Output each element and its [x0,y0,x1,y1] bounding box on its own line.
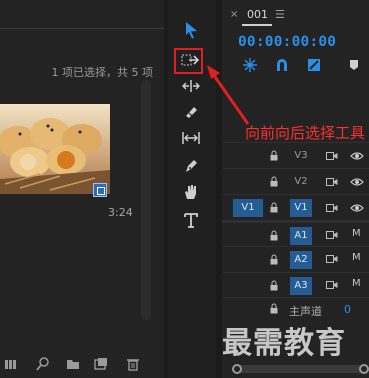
selection-arrow-icon [186,22,197,39]
eye-icon[interactable] [350,151,364,161]
toggle-sync-icon[interactable] [326,151,338,161]
track-lock-icon[interactable] [270,176,278,187]
project-panel: 1 项已选择，共 5 项 3:24 [0,0,164,378]
mute-button[interactable]: M [352,278,361,289]
track-name[interactable]: V2 [290,173,312,191]
razor-icon [186,107,197,118]
ripple-edit-tool[interactable] [178,74,204,98]
type-tool[interactable] [178,208,204,232]
toggle-sync-icon[interactable] [326,280,338,291]
mute-button[interactable]: M [352,228,361,239]
panel-header-divider [0,28,164,29]
master-track-label: 主声道 [289,305,322,318]
toggle-sync-icon[interactable] [326,230,338,241]
selection-info: 1 项已选择，共 5 项 [51,66,154,79]
track-lock-icon[interactable] [270,150,278,161]
eye-icon[interactable] [350,203,364,213]
zoom-handle-left[interactable] [232,364,242,374]
new-item-icon[interactable] [94,357,108,371]
project-bottom-bar [0,352,164,378]
type-icon [184,213,198,228]
track-row-a1: A1 M [222,220,369,246]
ripple-edit-icon [182,80,200,92]
trash-icon[interactable] [126,357,140,371]
tab-close-button[interactable]: × [230,9,238,20]
clip-thumbnail[interactable] [0,104,110,194]
track-name[interactable]: V3 [290,147,312,165]
master-volume-value[interactable]: 0 [344,303,351,316]
timeline-zoom-scrollbar[interactable] [232,364,369,374]
track-name[interactable]: A1 [290,227,312,245]
slip-icon [182,132,200,144]
linked-selection-icon[interactable] [306,57,322,73]
watermark: 最需教育 [222,326,346,361]
pen-icon [186,160,197,172]
track-name[interactable]: V1 [290,199,312,217]
clip-duration: 3:24 [108,206,133,219]
snap-magnet-icon[interactable] [274,57,290,73]
timeline-toolbar [242,57,369,73]
track-name[interactable]: A3 [290,277,312,295]
track-lock-icon[interactable] [270,280,278,291]
track-lock-icon[interactable] [270,254,278,265]
annotation-text: 向前向后选择工具 [245,124,366,142]
toggle-sync-icon[interactable] [326,203,338,213]
add-marker-icon[interactable] [346,57,362,73]
nest-icon[interactable] [242,57,258,73]
pen-tool[interactable] [178,154,204,178]
track-row-v1: V1 V1 [222,194,369,220]
tab-menu-icon[interactable]: ☰ [275,8,285,21]
zoom-handle-right[interactable] [359,364,369,374]
slip-tool[interactable] [178,126,204,150]
track-row-master: 主声道 0 [222,297,369,319]
project-scrollbar[interactable] [141,80,151,320]
hand-tool[interactable] [178,180,204,204]
mooncake-image [0,104,110,194]
timecode-display[interactable]: 00:00:00:00 [238,34,336,50]
source-patch-v1[interactable]: V1 [233,199,263,217]
new-bin-icon[interactable] [66,357,80,371]
track-lock-icon[interactable] [270,230,278,241]
track-row-a2: A2 M [222,246,369,272]
list-view-icon[interactable] [4,357,18,371]
razor-tool[interactable] [178,100,204,124]
track-lock-icon[interactable] [270,202,278,213]
toggle-sync-icon[interactable] [326,177,338,187]
mute-button[interactable]: M [352,252,361,263]
toggle-sync-icon[interactable] [326,254,338,265]
track-name[interactable]: A2 [290,251,312,269]
hand-icon [185,185,196,199]
search-icon[interactable] [36,357,50,371]
sequence-badge-icon [93,183,107,197]
track-lock-icon[interactable] [270,303,278,314]
eye-icon[interactable] [350,177,364,187]
track-row-v2: V2 [222,168,369,194]
selection-tool[interactable] [178,18,204,42]
track-row-a3: A3 M [222,272,369,298]
tab-sequence[interactable]: 001 [247,8,268,21]
tool-highlight-box [174,48,203,74]
tab-underline [242,24,272,26]
